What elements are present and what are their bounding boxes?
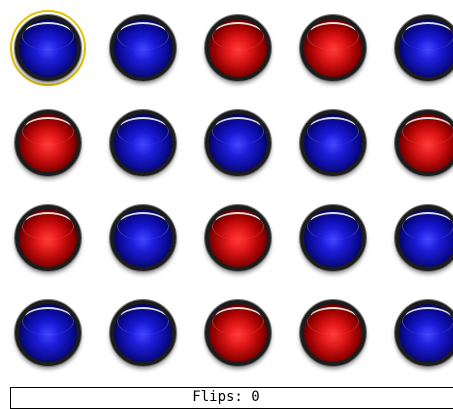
board-cell[interactable] <box>200 105 276 181</box>
board-cell[interactable] <box>390 200 453 276</box>
red-ball <box>205 205 271 271</box>
red-ball <box>205 15 271 81</box>
board-cell[interactable] <box>295 295 371 371</box>
board-cell[interactable] <box>105 200 181 276</box>
board-cell[interactable] <box>10 200 86 276</box>
blue-ball <box>395 15 453 81</box>
board-cell-selected[interactable] <box>10 10 86 86</box>
red-ball <box>205 300 271 366</box>
board-cell[interactable] <box>200 295 276 371</box>
board-cell[interactable] <box>105 10 181 86</box>
blue-ball <box>15 15 81 81</box>
board-cell[interactable] <box>10 105 86 181</box>
blue-ball <box>15 300 81 366</box>
blue-ball <box>205 110 271 176</box>
board-cell[interactable] <box>200 10 276 86</box>
board-cell[interactable] <box>390 10 453 86</box>
flips-counter: Flips: 0 <box>10 387 453 409</box>
red-ball <box>15 205 81 271</box>
board-cell[interactable] <box>295 10 371 86</box>
board-cell[interactable] <box>295 105 371 181</box>
red-ball <box>300 15 366 81</box>
blue-ball <box>300 205 366 271</box>
board-cell[interactable] <box>105 105 181 181</box>
board-cell[interactable] <box>10 295 86 371</box>
red-ball <box>300 300 366 366</box>
blue-ball <box>110 110 176 176</box>
blue-ball <box>395 205 453 271</box>
blue-ball <box>395 300 453 366</box>
flips-label: Flips: 0 <box>192 389 260 405</box>
red-ball <box>395 110 453 176</box>
red-ball <box>15 110 81 176</box>
blue-ball <box>300 110 366 176</box>
board-cell[interactable] <box>105 295 181 371</box>
game-board <box>0 0 453 380</box>
blue-ball <box>110 15 176 81</box>
blue-ball <box>110 205 176 271</box>
blue-ball <box>110 300 176 366</box>
board-cell[interactable] <box>295 200 371 276</box>
board-cell[interactable] <box>390 295 453 371</box>
board-cell[interactable] <box>390 105 453 181</box>
board-cell[interactable] <box>200 200 276 276</box>
